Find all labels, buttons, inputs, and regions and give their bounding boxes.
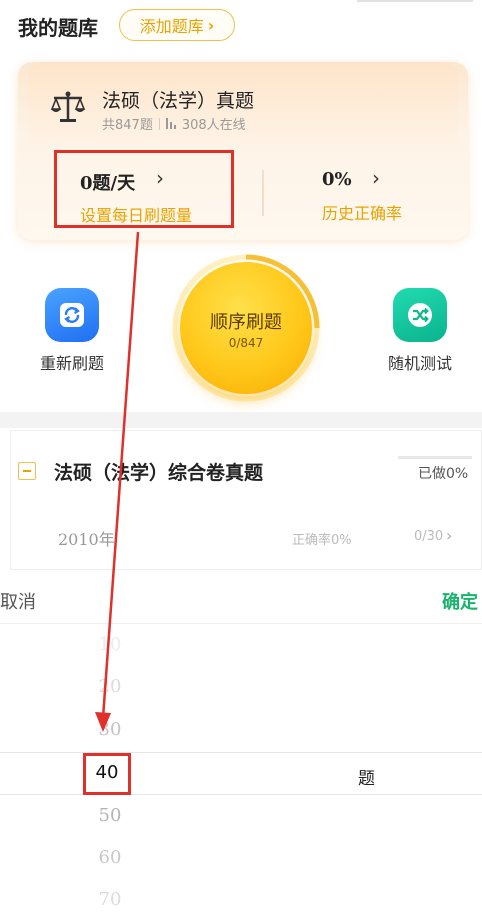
bank-meta: 共847题 308人在线 <box>102 114 246 133</box>
picker-option[interactable]: 20 <box>90 676 130 697</box>
picker-selection-line <box>0 752 482 753</box>
picker-selection-line <box>0 794 482 795</box>
add-bank-button[interactable]: 添加题库 › <box>119 9 235 41</box>
accuracy-label[interactable]: 历史正确率 <box>322 200 402 224</box>
sequential-label: 顺序刷题 <box>210 312 282 333</box>
paper-count: 0/30 <box>414 529 444 544</box>
chevron-right-icon[interactable]: › <box>446 526 452 545</box>
chevron-right-icon: › <box>207 15 215 35</box>
chevron-right-icon[interactable]: › <box>156 166 164 190</box>
shuffle-icon <box>393 288 447 342</box>
collapse-toggle[interactable] <box>18 462 36 480</box>
random-test-button[interactable]: 随机测试 <box>384 288 456 374</box>
paper-done-label: 已做0% <box>418 466 469 482</box>
selected-value-highlight <box>83 753 131 795</box>
divider <box>262 170 264 216</box>
divider <box>158 117 160 130</box>
sequential-practice-button[interactable]: 顺序刷题 0/847 <box>172 254 320 402</box>
accuracy-value[interactable]: 0% <box>322 169 352 190</box>
sequential-progress: 0/847 <box>228 336 264 350</box>
paper-year[interactable]: 2010年 <box>58 526 115 550</box>
bank-total: 共847题 <box>102 118 153 133</box>
add-bank-label: 添加题库 <box>139 17 204 36</box>
picker-option[interactable]: 70 <box>90 889 130 910</box>
online-count: 308人在线 <box>181 118 246 133</box>
picker-option[interactable]: 10 <box>90 634 130 655</box>
refresh-icon <box>45 288 99 342</box>
scales-icon <box>50 91 86 122</box>
bank-title: 法硕（法学）真题 <box>102 90 255 112</box>
chevron-right-icon[interactable]: › <box>372 166 380 190</box>
confirm-button[interactable]: 确定 <box>442 588 478 614</box>
page-title: 我的题库 <box>18 16 98 40</box>
paper-title[interactable]: 法硕（法学）综合卷真题 <box>54 458 263 485</box>
random-test-label: 随机测试 <box>387 354 452 373</box>
count-picker: 取消 确定 <box>0 572 482 915</box>
bar-chart-icon <box>165 118 176 129</box>
cancel-button[interactable]: 取消 <box>0 588 36 614</box>
paper-progress-bar <box>398 456 472 459</box>
picker-option[interactable]: 60 <box>90 847 130 868</box>
picker-option[interactable]: 50 <box>90 805 130 826</box>
picker-header: 取消 确定 <box>0 572 482 624</box>
daily-goal-value[interactable]: 0题/天 <box>80 169 135 195</box>
picker-option[interactable]: 30 <box>90 719 130 740</box>
daily-goal-label[interactable]: 设置每日刷题量 <box>80 202 192 226</box>
section-separator <box>0 412 482 428</box>
header: 我的题库 添加题库 › <box>0 0 482 54</box>
divider <box>357 0 473 2</box>
redo-label: 重新刷题 <box>39 354 104 373</box>
paper-accuracy: 正确率0% <box>292 533 352 548</box>
picker-unit: 题 <box>358 769 375 789</box>
redo-button[interactable]: 重新刷题 <box>36 288 108 374</box>
